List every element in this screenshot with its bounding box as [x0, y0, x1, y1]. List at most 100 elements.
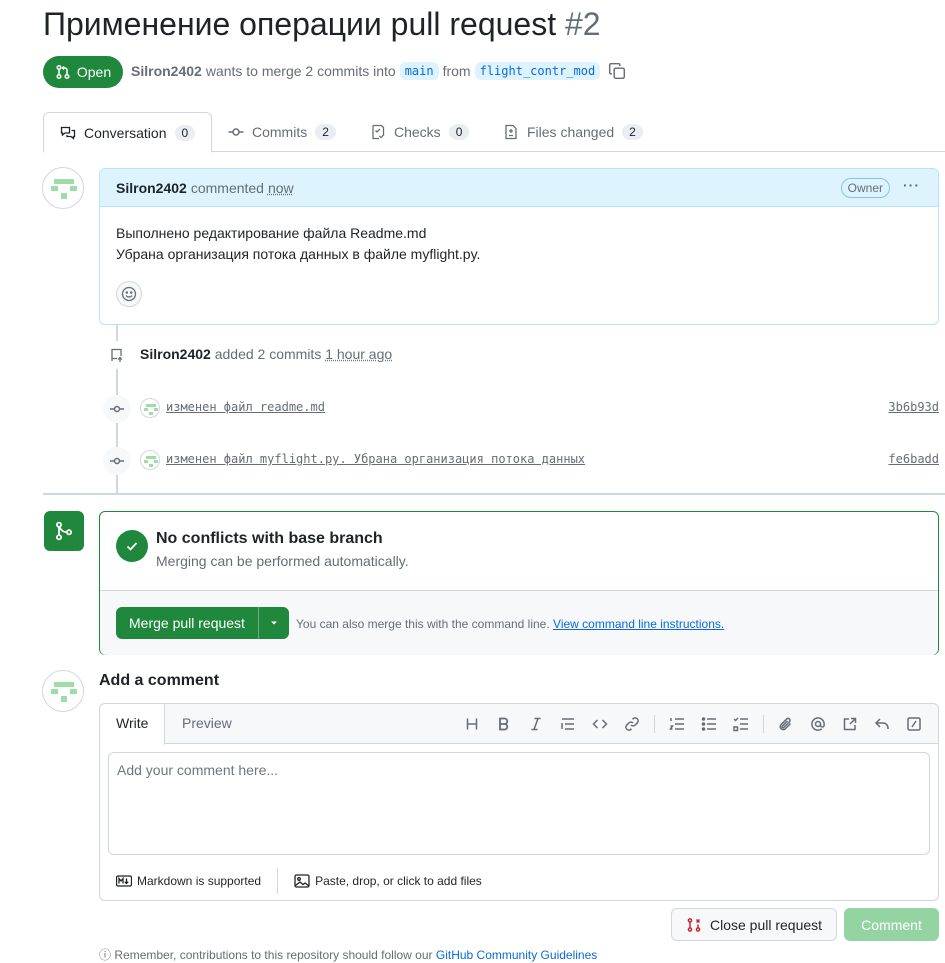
git-commit-icon	[103, 395, 131, 423]
checklist-icon	[372, 124, 385, 140]
tab-write[interactable]: Write	[100, 704, 166, 745]
pr-tabs: Conversation 0 Commits 2 Checks 0 Files …	[43, 112, 945, 153]
base-branch[interactable]: main	[399, 62, 439, 80]
merge-button-group: Merge pull request	[116, 607, 289, 639]
tab-checks[interactable]: Checks 0	[370, 112, 470, 152]
comment-discussion-icon	[60, 126, 76, 140]
bold-icon[interactable]	[488, 712, 520, 736]
comment-button[interactable]: Comment	[844, 908, 939, 941]
merge-text: wants to merge 2 commits into	[205, 63, 396, 79]
commit-message[interactable]: изменен файл readme.md	[166, 400, 325, 414]
markdown-toolbar	[456, 712, 930, 736]
merge-pull-request-button[interactable]: Merge pull request	[116, 607, 259, 639]
kebab-icon[interactable]: ···	[903, 177, 920, 193]
toolbar-divider	[654, 715, 655, 733]
add-comment-title: Add a comment	[99, 672, 220, 689]
identicon-icon	[144, 404, 158, 415]
unordered-list-icon[interactable]	[693, 712, 725, 736]
tab-label: Files changed	[527, 124, 615, 140]
from-text: from	[442, 63, 471, 79]
identicon-icon	[51, 682, 77, 702]
cross-reference-icon[interactable]	[834, 712, 866, 736]
tab-counter: 2	[315, 124, 336, 140]
italic-icon[interactable]	[520, 712, 552, 736]
markdown-icon	[116, 875, 132, 887]
pr-author[interactable]: Silron2402	[131, 63, 202, 79]
tab-preview[interactable]: Preview	[166, 704, 248, 744]
pr-title: Применение операции pull request #2	[43, 6, 601, 43]
markdown-note[interactable]: Markdown is supported	[137, 874, 261, 888]
push-time[interactable]: 1 hour ago	[325, 346, 392, 362]
footer-note-text: Remember, contributions to this reposito…	[114, 948, 433, 962]
reply-icon[interactable]	[866, 712, 898, 736]
merge-footer: Merge pull request You can also merge th…	[100, 590, 938, 655]
comment-textarea[interactable]: Add your comment here...	[108, 752, 930, 855]
files-note[interactable]: Paste, drop, or click to add files	[315, 874, 482, 888]
smiley-icon	[121, 286, 137, 302]
identicon-icon	[51, 179, 77, 199]
avatar[interactable]	[42, 167, 84, 209]
identicon-icon	[144, 456, 158, 467]
tab-commits[interactable]: Commits 2	[228, 112, 336, 152]
link-icon[interactable]	[616, 712, 648, 736]
commit-sha[interactable]: fe6badd	[888, 452, 939, 466]
state-label: Open	[76, 64, 112, 80]
comment-body: Выполнено редактирование файла Readme.md…	[100, 207, 938, 281]
comment-line: Выполнено редактирование файла Readme.md	[116, 225, 427, 241]
tab-label: Conversation	[84, 124, 167, 141]
task-list-icon[interactable]	[725, 712, 757, 736]
command-line-instructions-link[interactable]: View command line instructions.	[553, 617, 724, 631]
close-pull-request-button[interactable]: Close pull request	[671, 908, 837, 941]
commit-avatar[interactable]	[140, 398, 160, 418]
merge-hint: You can also merge this with the command…	[296, 617, 724, 631]
info-icon: ⓘ	[99, 948, 112, 962]
git-commit-icon	[103, 447, 131, 475]
image-icon	[294, 874, 310, 888]
comment-card: Silron2402 commented now Owner ··· Выпол…	[99, 168, 939, 325]
avatar[interactable]	[42, 670, 84, 712]
editor-footer: Markdown is supported Paste, drop, or cl…	[116, 868, 482, 894]
push-event: Silron2402 added 2 commits 1 hour ago	[140, 346, 392, 362]
comment-author[interactable]: Silron2402	[116, 180, 187, 196]
comment-header: Silron2402 commented now	[100, 169, 938, 207]
state-badge: Open	[43, 56, 123, 88]
commit-avatar[interactable]	[140, 450, 160, 470]
push-author[interactable]: Silron2402	[140, 346, 211, 362]
comment-action: commented	[190, 179, 264, 196]
git-commit-icon	[228, 128, 244, 136]
commit-sha[interactable]: 3b6b93d	[888, 400, 939, 414]
tab-counter: 0	[174, 124, 196, 141]
tab-label: Commits	[252, 124, 308, 140]
timeline-divider	[43, 493, 945, 495]
mention-icon[interactable]	[802, 712, 834, 736]
copy-icon[interactable]	[608, 62, 626, 80]
tab-conversation[interactable]: Conversation 0	[43, 112, 213, 153]
merge-status-subtitle: Merging can be performed automatically.	[156, 553, 409, 569]
comment-editor: Write Preview Add your comment here... M…	[99, 703, 939, 901]
repo-push-icon	[103, 341, 131, 369]
git-merge-icon	[44, 511, 84, 551]
heading-icon[interactable]	[456, 712, 488, 736]
pr-meta: Silron2402 wants to merge 2 commits into…	[131, 62, 626, 80]
push-action: added 2 commits	[214, 346, 322, 362]
merge-status-title: No conflicts with base branch	[156, 530, 383, 547]
tab-label: Checks	[394, 124, 441, 140]
ordered-list-icon[interactable]	[661, 712, 693, 736]
owner-badge: Owner	[840, 178, 890, 198]
commit-message[interactable]: изменен файл myflight.py. Убрана организ…	[166, 452, 585, 466]
slash-command-icon[interactable]	[898, 712, 930, 736]
comment-line: Убрана организация потока данных в файле…	[116, 246, 481, 262]
emoji-reaction-button[interactable]	[116, 281, 142, 307]
editor-tabs: Write Preview	[100, 704, 938, 745]
merge-options-button[interactable]	[259, 607, 289, 639]
pr-number: #2	[564, 6, 601, 42]
paperclip-icon[interactable]	[770, 712, 802, 736]
quote-icon[interactable]	[552, 712, 584, 736]
comment-time[interactable]: now	[268, 180, 294, 196]
head-branch[interactable]: flight_contr_mod	[474, 62, 601, 80]
code-icon[interactable]	[584, 712, 616, 736]
community-guidelines-link[interactable]: GitHub Community Guidelines	[436, 948, 597, 962]
close-button-label: Close pull request	[709, 916, 823, 933]
git-pull-request-closed-icon	[687, 917, 701, 932]
tab-files-changed[interactable]: Files changed 2	[503, 112, 643, 152]
